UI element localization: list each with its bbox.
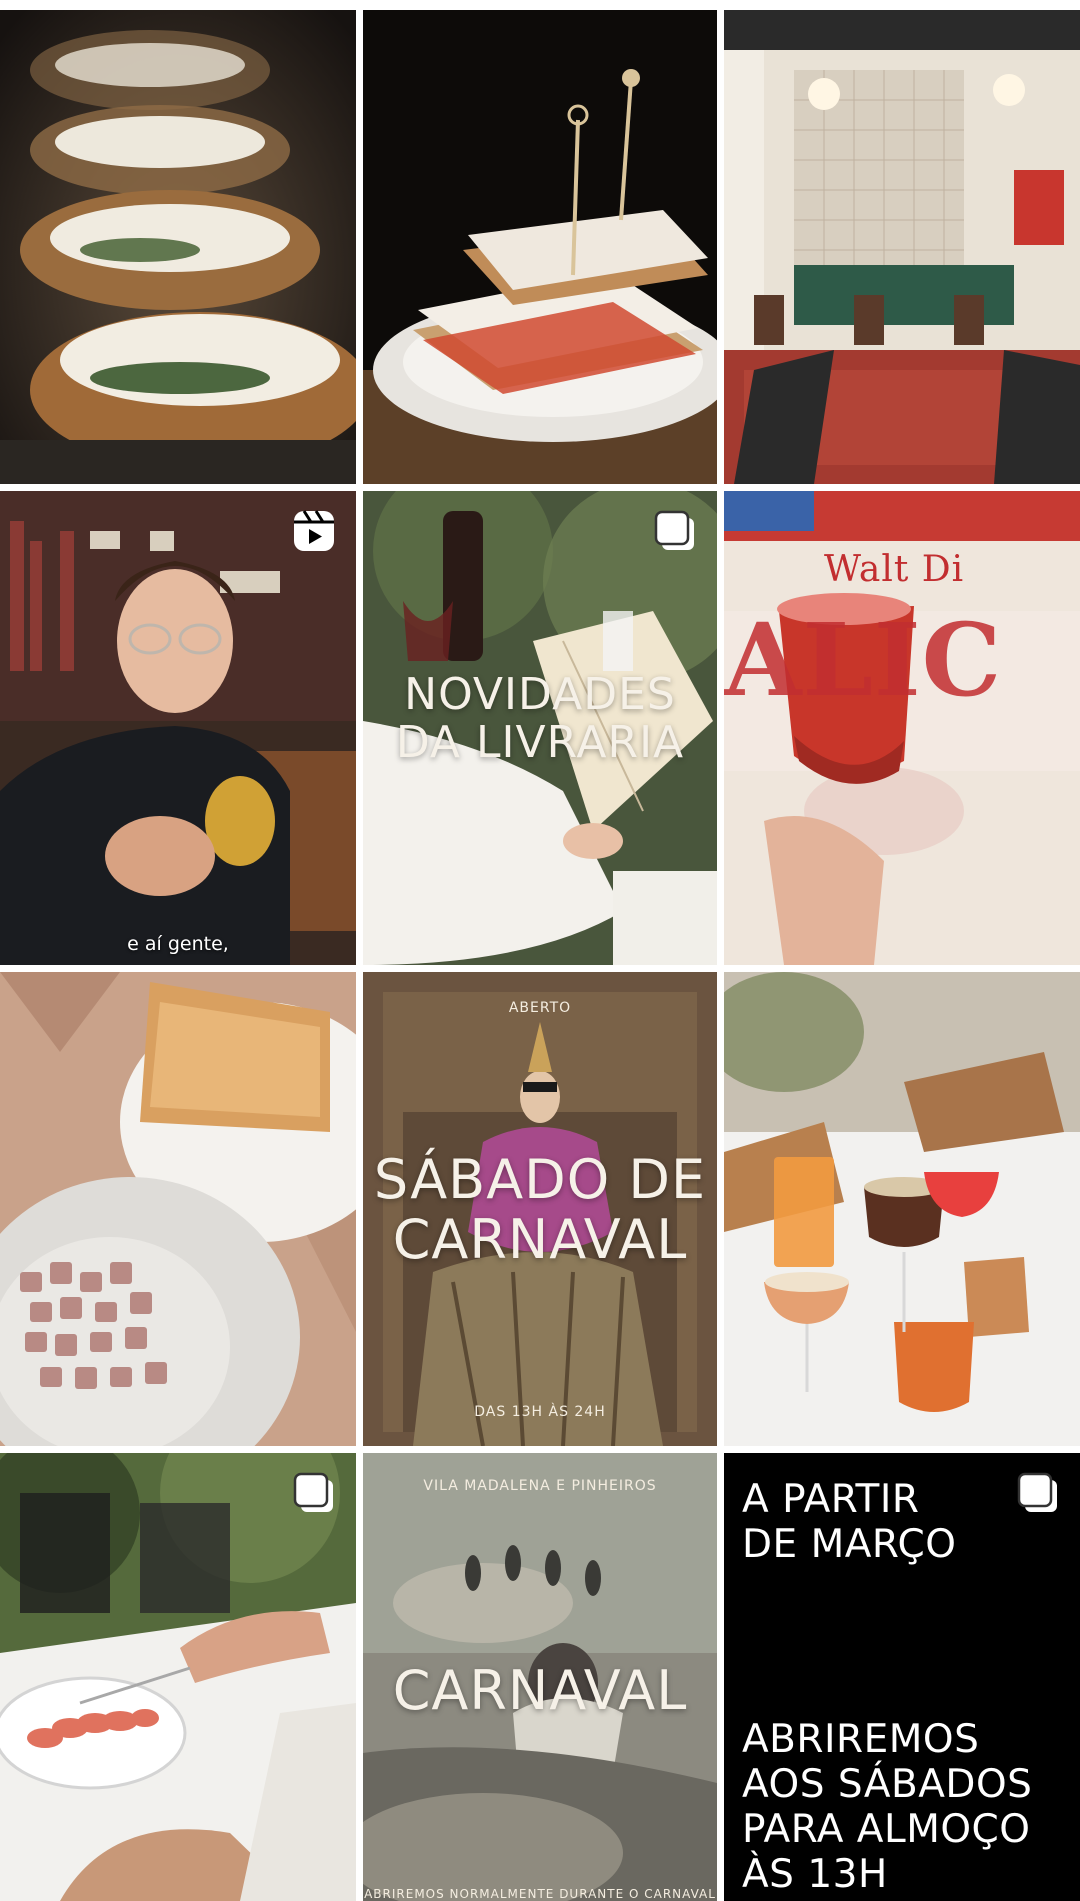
bookstore-title-line2: DA LIVRARIA bbox=[395, 717, 685, 768]
carnaval-hours: DAS 13H ÀS 24H bbox=[474, 1404, 606, 1420]
ballet-kicker: VILA MADALENA E PINHEIROS bbox=[423, 1478, 657, 1494]
poster-text-large: ALIC bbox=[724, 601, 1003, 719]
video-caption: e aí gente, bbox=[127, 933, 229, 955]
man-video-frame bbox=[0, 491, 356, 965]
carousel-icon bbox=[654, 510, 694, 550]
ballet-title: CARNAVAL bbox=[392, 1659, 688, 1722]
sandwich-photo bbox=[0, 10, 356, 484]
sashimi-photo bbox=[0, 1453, 356, 1901]
ballet-footer: ABRIREMOS NORMALMENTE DURANTE O CARNAVAL bbox=[364, 1887, 716, 1901]
carousel-icon bbox=[1017, 1472, 1057, 1512]
carnaval-kicker: ABERTO bbox=[508, 1000, 572, 1016]
post-carnaval-saturday[interactable]: ABERTO SÁBADO DE CARNAVAL DAS 13H ÀS 24H bbox=[363, 972, 717, 1446]
post-bookstore[interactable]: NOVIDADES DA LIVRARIA bbox=[363, 491, 717, 965]
post-red-drink[interactable]: Walt Di ALIC bbox=[724, 491, 1080, 965]
bookstore-title-line1: NOVIDADES bbox=[404, 669, 676, 720]
post-tartare[interactable] bbox=[0, 972, 356, 1446]
cocktails-photo bbox=[724, 972, 1080, 1446]
carnaval-title-line1: SÁBADO DE bbox=[373, 1148, 707, 1211]
profile-post-grid: e aí gente, NOVIDADES DA LIVRARIA Walt D… bbox=[0, 0, 1080, 1901]
post-sashimi-plate[interactable] bbox=[0, 1453, 356, 1901]
tartare-photo bbox=[0, 972, 356, 1446]
post-march-notice[interactable]: A PARTIR DE MARÇO ABRIREMOS AOS SÁBADOS … bbox=[724, 1453, 1080, 1901]
interior-photo bbox=[724, 10, 1080, 484]
carousel-icon bbox=[293, 1472, 333, 1512]
post-cocktails[interactable] bbox=[724, 972, 1080, 1446]
post-sandwich-cheese[interactable] bbox=[0, 10, 356, 484]
club-sandwich-photo bbox=[363, 10, 717, 484]
march-notice-headline: A PARTIR DE MARÇO bbox=[742, 1477, 957, 1567]
post-carnaval-ballet[interactable]: VILA MADALENA E PINHEIROS CARNAVAL ABRIR… bbox=[363, 1453, 717, 1901]
reel-icon bbox=[294, 510, 334, 551]
poster-text-top: Walt Di bbox=[824, 549, 965, 590]
march-notice-body: ABRIREMOS AOS SÁBADOS PARA ALMOÇO ÀS 13H bbox=[742, 1717, 1033, 1897]
post-man-video[interactable]: e aí gente, bbox=[0, 491, 356, 965]
post-restaurant-interior[interactable] bbox=[724, 10, 1080, 484]
carnaval-title-line2: CARNAVAL bbox=[392, 1208, 688, 1271]
post-club-sandwich[interactable] bbox=[363, 10, 717, 484]
